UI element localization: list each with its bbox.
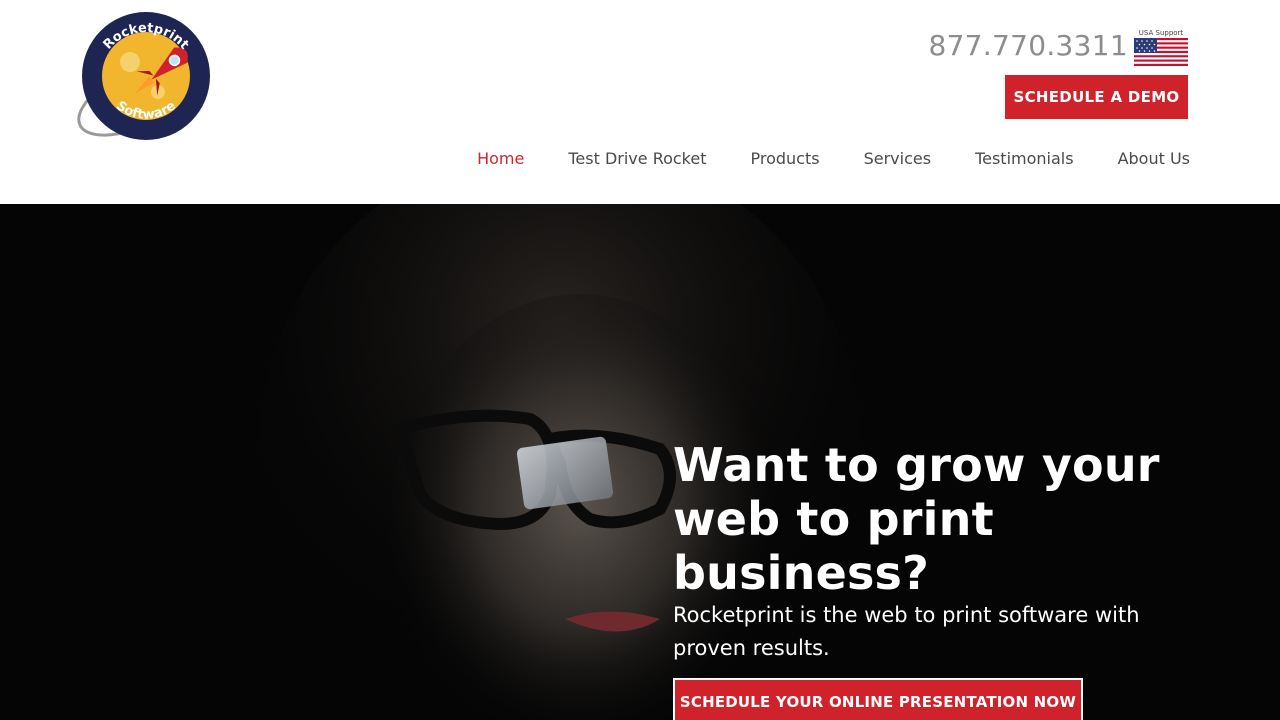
hero-title: Want to grow your web to print business? <box>673 438 1160 600</box>
nav-item-services[interactable]: Services <box>864 148 931 170</box>
schedule-demo-button[interactable]: SCHEDULE A DEMO <box>1005 75 1188 119</box>
rocketprint-logo[interactable]: Rocketprint Software <box>68 8 224 144</box>
usa-support-badge: USA Support <box>1134 29 1188 66</box>
phone-number[interactable]: 877.770.3311 <box>928 26 1128 66</box>
usa-flag-icon <box>1134 38 1188 66</box>
nav-item-products[interactable]: Products <box>751 148 820 170</box>
phone-contact: 877.770.3311 USA Support <box>928 26 1188 66</box>
nav-item-testimonials[interactable]: Testimonials <box>975 148 1074 170</box>
nav-item-test-drive-rocket[interactable]: Test Drive Rocket <box>568 148 706 170</box>
main-nav: Home Test Drive Rocket Products Services… <box>433 148 1190 170</box>
nav-item-home[interactable]: Home <box>477 148 524 170</box>
usa-support-label: USA Support <box>1138 29 1184 37</box>
hero-section: Want to grow your web to print business?… <box>0 204 1280 720</box>
nav-item-about-us[interactable]: About Us <box>1118 148 1190 170</box>
site-header: Rocketprint Software 877.770.3311 USA Su… <box>0 0 1280 204</box>
hero-subtitle: Rocketprint is the web to print software… <box>673 603 1140 660</box>
schedule-presentation-button[interactable]: SCHEDULE YOUR ONLINE PRESENTATION NOW <box>673 678 1083 720</box>
